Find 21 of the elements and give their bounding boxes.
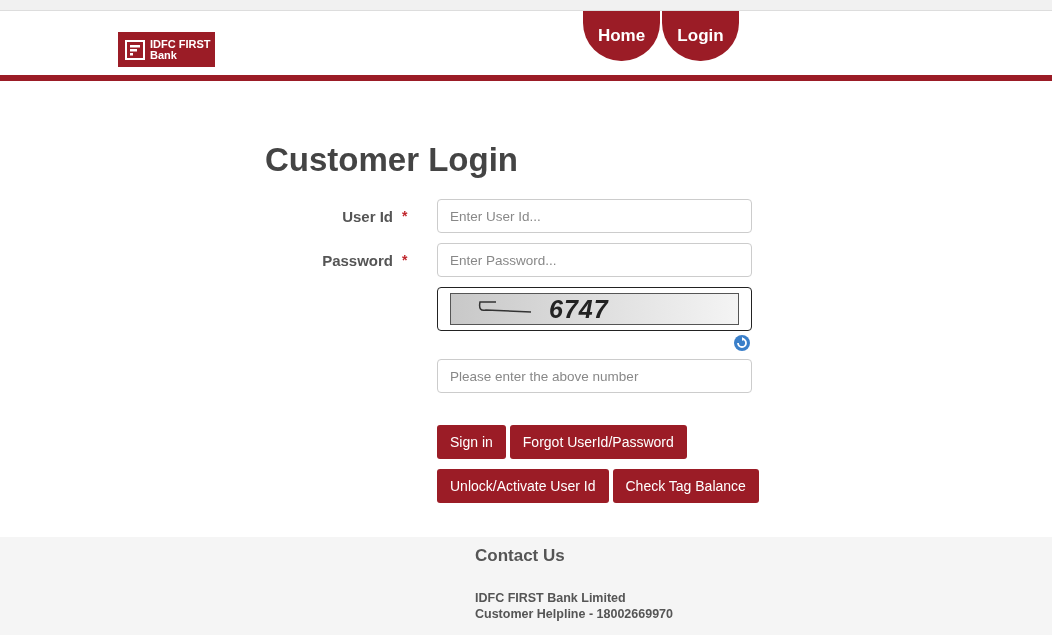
field-label: User Id xyxy=(341,207,393,225)
footer-heading: Contact Us xyxy=(475,546,566,566)
required-mark: * xyxy=(401,252,409,268)
action-button[interactable]: Unlock/Activate User Id xyxy=(437,469,609,503)
required-mark: * xyxy=(401,208,409,224)
nav-tab[interactable]: Login xyxy=(662,11,739,61)
action-button[interactable]: Forgot UserId/Password xyxy=(509,425,687,459)
field-label: Password xyxy=(321,251,393,269)
nav-tab[interactable]: Home xyxy=(583,11,660,61)
input-field[interactable]: Enter User Id... xyxy=(437,199,752,233)
refresh-icon[interactable] xyxy=(733,334,751,352)
action-button[interactable]: Sign in xyxy=(437,425,506,459)
input-field[interactable]: Enter Password... xyxy=(437,243,752,277)
input-field[interactable]: Please enter the above number xyxy=(437,359,752,393)
logo-icon xyxy=(125,39,145,60)
page-title: Customer Login xyxy=(265,141,519,179)
contact-text: Customer Helpline - 18002669970 xyxy=(475,606,675,622)
logo-text: IDFC FIRST Bank xyxy=(150,38,211,61)
captcha-code: 6747 xyxy=(549,294,609,324)
contact-text: IDFC FIRST Bank Limited xyxy=(475,590,627,606)
action-button[interactable]: Check Tag Balance xyxy=(612,469,759,503)
